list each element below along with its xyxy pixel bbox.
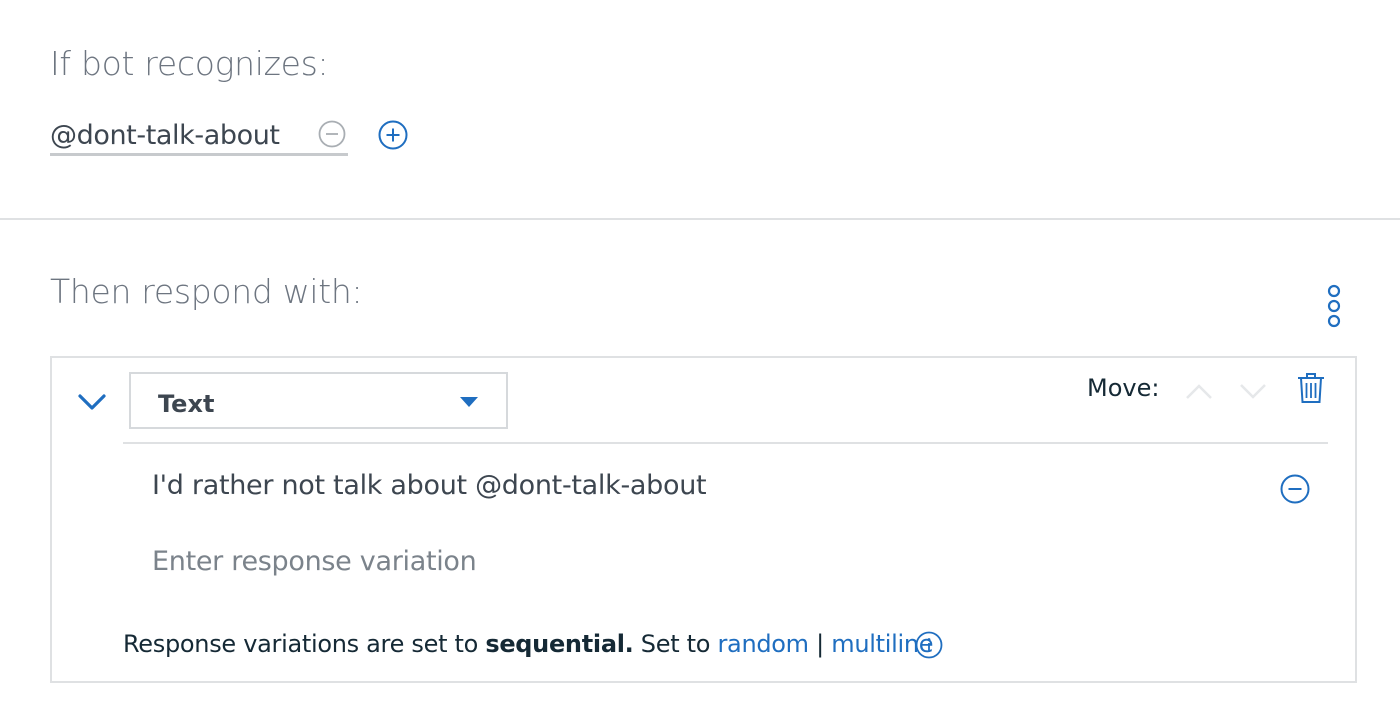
response-variation-input[interactable] (152, 540, 1252, 582)
plus-circle-icon[interactable] (378, 120, 408, 150)
response-type-select[interactable]: Text (129, 372, 508, 429)
variation-mode-notice: Response variations are set to sequentia… (123, 630, 934, 658)
trash-icon[interactable] (1296, 372, 1326, 404)
mode-separator: | (816, 630, 824, 658)
mode-prefix: Response variations are set to (123, 630, 486, 658)
mode-random-link[interactable]: random (717, 630, 809, 658)
section-divider (0, 218, 1400, 220)
response-heading: Then respond with: (50, 272, 363, 311)
dialog-node-editor: If bot recognizes: @dont-talk-about Then… (0, 0, 1400, 708)
mode-set-to: Set to (633, 630, 718, 658)
condition-heading: If bot recognizes: (50, 44, 329, 83)
response-type-value: Text (158, 390, 215, 418)
minus-circle-icon[interactable] (318, 120, 346, 148)
minus-circle-icon[interactable] (1280, 474, 1310, 504)
move-label: Move: (1087, 374, 1160, 402)
mode-current: sequential. (485, 630, 634, 658)
move-up-icon[interactable] (1184, 380, 1214, 402)
condition-entity-field[interactable]: @dont-talk-about (50, 112, 348, 156)
card-divider (123, 442, 1328, 444)
chevron-down-icon[interactable] (76, 388, 108, 416)
info-icon[interactable] (915, 631, 943, 659)
response-variation-text[interactable]: I'd rather not talk about @dont-talk-abo… (152, 470, 707, 501)
caret-down-icon (460, 397, 478, 407)
condition-entity-value[interactable]: @dont-talk-about (50, 120, 280, 151)
vertical-kebab-icon[interactable] (1322, 284, 1346, 330)
move-down-icon[interactable] (1238, 380, 1268, 402)
